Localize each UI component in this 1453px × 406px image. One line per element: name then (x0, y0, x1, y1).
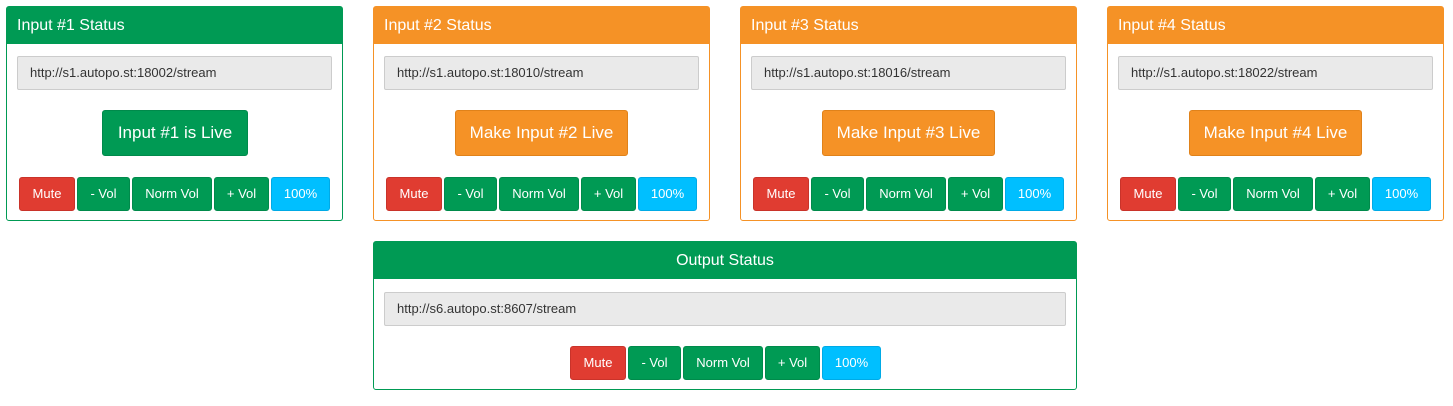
input-4-volume-level[interactable]: 100% (1372, 177, 1431, 211)
input-3-url-field[interactable]: http://s1.autopo.st:18016/stream (751, 56, 1066, 90)
input-4-norm-vol-button[interactable]: Norm Vol (1233, 177, 1313, 211)
input-3-vol-down-button[interactable]: - Vol (811, 177, 864, 211)
input-1-live-button[interactable]: Input #1 is Live (102, 110, 248, 156)
stream-control-page: Input #1 Status http://s1.autopo.st:1800… (0, 0, 1453, 406)
output-volume-level[interactable]: 100% (822, 346, 881, 380)
input-1-mute-button[interactable]: Mute (19, 177, 75, 211)
output-title: Output Status (374, 242, 1076, 279)
input-2-mute-button[interactable]: Mute (386, 177, 442, 211)
input-3-make-live-button[interactable]: Make Input #3 Live (822, 110, 995, 156)
input-4-panel: Input #4 Status http://s1.autopo.st:1802… (1107, 6, 1444, 221)
input-3-mute-button[interactable]: Mute (753, 177, 809, 211)
output-controls: Mute - Vol Norm Vol + Vol 100% (570, 346, 882, 380)
input-1-vol-down-button[interactable]: - Vol (77, 177, 130, 211)
output-norm-vol-button[interactable]: Norm Vol (683, 346, 763, 380)
output-panel: Output Status http://s6.autopo.st:8607/s… (373, 241, 1077, 390)
input-1-url-field[interactable]: http://s1.autopo.st:18002/stream (17, 56, 332, 90)
input-2-volume-level[interactable]: 100% (638, 177, 697, 211)
output-url-field[interactable]: http://s6.autopo.st:8607/stream (384, 292, 1066, 326)
input-4-make-live-button[interactable]: Make Input #4 Live (1189, 110, 1362, 156)
input-4-vol-down-button[interactable]: - Vol (1178, 177, 1231, 211)
input-2-vol-down-button[interactable]: - Vol (444, 177, 497, 211)
input-1-vol-up-button[interactable]: + Vol (214, 177, 269, 211)
input-3-vol-up-button[interactable]: + Vol (948, 177, 1003, 211)
input-4-mute-button[interactable]: Mute (1120, 177, 1176, 211)
input-4-controls: Mute - Vol Norm Vol + Vol 100% (1120, 177, 1432, 211)
input-4-vol-up-button[interactable]: + Vol (1315, 177, 1370, 211)
input-1-controls: Mute - Vol Norm Vol + Vol 100% (19, 177, 331, 211)
input-1-title: Input #1 Status (7, 7, 342, 44)
input-2-title: Input #2 Status (374, 7, 709, 44)
input-4-title: Input #4 Status (1108, 7, 1443, 44)
output-vol-up-button[interactable]: + Vol (765, 346, 820, 380)
input-3-controls: Mute - Vol Norm Vol + Vol 100% (753, 177, 1065, 211)
input-3-norm-vol-button[interactable]: Norm Vol (866, 177, 946, 211)
input-4-url-field[interactable]: http://s1.autopo.st:18022/stream (1118, 56, 1433, 90)
input-3-title: Input #3 Status (741, 7, 1076, 44)
input-2-controls: Mute - Vol Norm Vol + Vol 100% (386, 177, 698, 211)
input-1-panel: Input #1 Status http://s1.autopo.st:1800… (6, 6, 343, 221)
output-mute-button[interactable]: Mute (570, 346, 626, 380)
input-1-volume-level[interactable]: 100% (271, 177, 330, 211)
input-1-norm-vol-button[interactable]: Norm Vol (132, 177, 212, 211)
output-vol-down-button[interactable]: - Vol (628, 346, 681, 380)
input-2-panel: Input #2 Status http://s1.autopo.st:1801… (373, 6, 710, 221)
input-3-panel: Input #3 Status http://s1.autopo.st:1801… (740, 6, 1077, 221)
input-2-norm-vol-button[interactable]: Norm Vol (499, 177, 579, 211)
input-2-vol-up-button[interactable]: + Vol (581, 177, 636, 211)
input-2-url-field[interactable]: http://s1.autopo.st:18010/stream (384, 56, 699, 90)
input-2-make-live-button[interactable]: Make Input #2 Live (455, 110, 628, 156)
input-3-volume-level[interactable]: 100% (1005, 177, 1064, 211)
